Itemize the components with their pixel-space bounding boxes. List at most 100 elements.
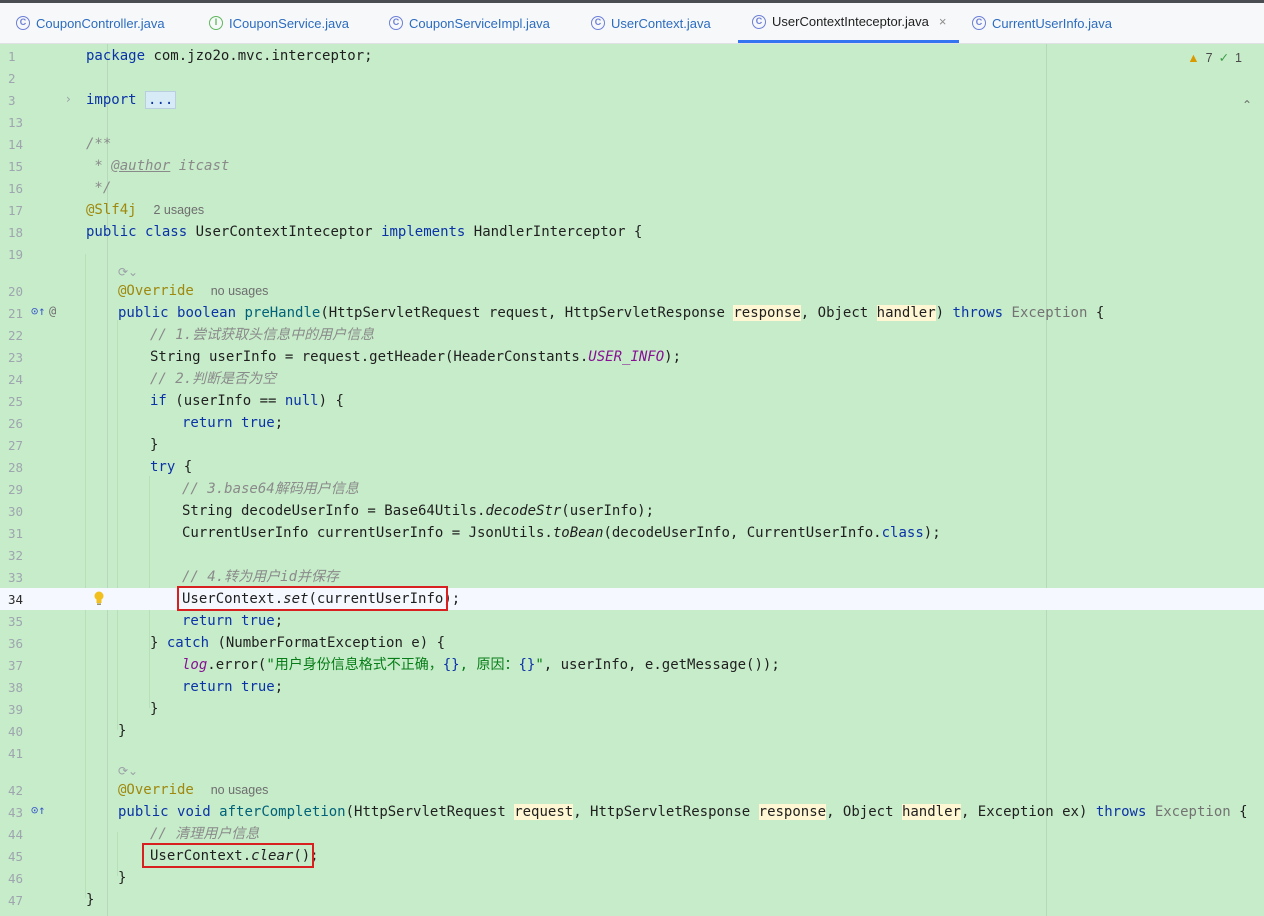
class-icon: C [752, 14, 766, 29]
code-line: 30 String decodeUserInfo = Base64Utils.d… [0, 500, 1264, 522]
code-line: 38 return true; [0, 676, 1264, 698]
line-number: 1 [8, 49, 16, 64]
tab-user-context-inteceptor[interactable]: C UserContextInteceptor.java × [738, 3, 959, 43]
code-text: // 3.base64解码用户信息 [182, 481, 359, 497]
code-text: @Slf4j 2 usages [86, 202, 205, 218]
tab-label: UserContext.java [611, 15, 711, 31]
code-line: 46 } [0, 867, 1264, 889]
line-number: 17 [8, 203, 24, 218]
code-line: 40 } [0, 720, 1264, 742]
code-line: 1 package com.jzo2o.mvc.interceptor; [0, 45, 1264, 67]
fold-expand-icon[interactable]: › [66, 92, 71, 106]
code-editor[interactable]: ▲ 7 ✓ 1 ⌃ 1 package com.jzo2o.mvc.intercep… [0, 44, 1264, 916]
code-line: 24 // 2.判断是否为空 [0, 368, 1264, 390]
usages-hint[interactable]: no usages [211, 284, 269, 298]
class-icon: C [16, 16, 30, 30]
code-text: CurrentUserInfo currentUserInfo = JsonUt… [182, 525, 941, 541]
code-text: /** [86, 136, 112, 152]
line-number: 29 [8, 482, 24, 497]
code-text: return true; [182, 613, 284, 629]
code-text: } [118, 870, 127, 886]
code-text: @Override no usages [118, 782, 269, 798]
tab-label: UserContextInteceptor.java [772, 14, 929, 29]
overrides-method-icon[interactable]: ⊙↑ [31, 304, 45, 318]
code-line: 20 @Override no usages [0, 280, 1264, 302]
code-line: 21 ⊙↑ @ public boolean preHandle(HttpSer… [0, 302, 1264, 324]
tab-coupon-controller[interactable]: C CouponController.java [0, 3, 165, 43]
tab-label: CouponServiceImpl.java [409, 15, 550, 31]
line-number: 27 [8, 438, 24, 453]
code-text: public boolean preHandle(HttpServletRequ… [118, 305, 1105, 321]
line-number: 25 [8, 394, 24, 409]
interface-icon: I [209, 16, 223, 30]
code-text: if (userInfo == null) { [150, 393, 344, 409]
tab-label: CouponController.java [36, 15, 165, 31]
tab-current-user-info[interactable]: C CurrentUserInfo.java [956, 3, 1112, 43]
code-text: @Override no usages [118, 283, 269, 299]
code-line: 2 [0, 67, 1264, 89]
highlight-box [177, 586, 448, 611]
code-text: */ [86, 180, 112, 196]
folded-imports[interactable]: ... [145, 91, 177, 109]
code-text: String userInfo = request.getHeader(Head… [150, 349, 682, 365]
line-number: 43 [8, 805, 24, 820]
line-number: 45 [8, 849, 24, 864]
line-number: 42 [8, 783, 24, 798]
close-tab-icon[interactable]: × [939, 14, 947, 29]
line-number: 39 [8, 702, 24, 717]
line-number: 34 [8, 592, 24, 607]
code-line: 42 @Override no usages [0, 779, 1264, 801]
line-number: 38 [8, 680, 24, 695]
class-icon: C [389, 16, 403, 30]
lightbulb-icon[interactable] [93, 591, 105, 605]
code-text: try { [150, 459, 193, 475]
code-text: } [150, 701, 159, 717]
code-line: 18 public class UserContextInteceptor im… [0, 221, 1264, 243]
highlight-box [142, 843, 314, 868]
code-text: package com.jzo2o.mvc.interceptor; [86, 48, 373, 64]
code-line: 19 [0, 243, 1264, 265]
usages-hint[interactable]: no usages [211, 783, 269, 797]
line-number: 3 [8, 93, 16, 108]
editor-tab-bar: C CouponController.java I ICouponService… [0, 0, 1264, 44]
usages-hint[interactable]: 2 usages [153, 203, 204, 217]
line-number: 37 [8, 658, 24, 673]
code-text: return true; [182, 415, 284, 431]
code-text: return true; [182, 679, 284, 695]
overrides-method-icon[interactable]: ⊙↑ [31, 803, 45, 817]
line-number: 32 [8, 548, 24, 563]
code-line: 47 } [0, 889, 1264, 911]
line-number: 14 [8, 137, 24, 152]
tab-user-context[interactable]: C UserContext.java [575, 3, 711, 43]
code-line: 31 CurrentUserInfo currentUserInfo = Jso… [0, 522, 1264, 544]
line-number: 31 [8, 526, 24, 541]
tab-coupon-service-impl[interactable]: C CouponServiceImpl.java [373, 3, 550, 43]
tab-icoupon-service[interactable]: I ICouponService.java [193, 3, 349, 43]
line-number: 46 [8, 871, 24, 886]
line-number: 22 [8, 328, 24, 343]
ai-hint-icon[interactable]: ⟳⌄ [118, 764, 138, 778]
code-line: 13 [0, 111, 1264, 133]
line-number: 24 [8, 372, 24, 387]
line-number: 13 [8, 115, 24, 130]
code-line: 41 [0, 742, 1264, 764]
code-line: 32 [0, 544, 1264, 566]
code-line: 39 } [0, 698, 1264, 720]
code-text: public void afterCompletion(HttpServletR… [118, 804, 1248, 820]
line-number: 21 [8, 306, 24, 321]
line-number: 23 [8, 350, 24, 365]
code-line: 17 @Slf4j 2 usages [0, 199, 1264, 221]
line-number: 44 [8, 827, 24, 842]
code-line: 43 ⊙↑ public void afterCompletion(HttpSe… [0, 801, 1264, 823]
code-text: // 清理用户信息 [150, 826, 260, 842]
tab-label: CurrentUserInfo.java [992, 15, 1112, 31]
line-number: 20 [8, 284, 24, 299]
code-text: } [150, 437, 159, 453]
code-line: 36 } catch (NumberFormatException e) { [0, 632, 1264, 654]
line-number: 15 [8, 159, 24, 174]
ai-hint-icon[interactable]: ⟳⌄ [118, 265, 138, 279]
code-line: 27 } [0, 434, 1264, 456]
code-line: 15 * @author itcast [0, 155, 1264, 177]
line-number: 26 [8, 416, 24, 431]
at-icon[interactable]: @ [49, 304, 56, 318]
